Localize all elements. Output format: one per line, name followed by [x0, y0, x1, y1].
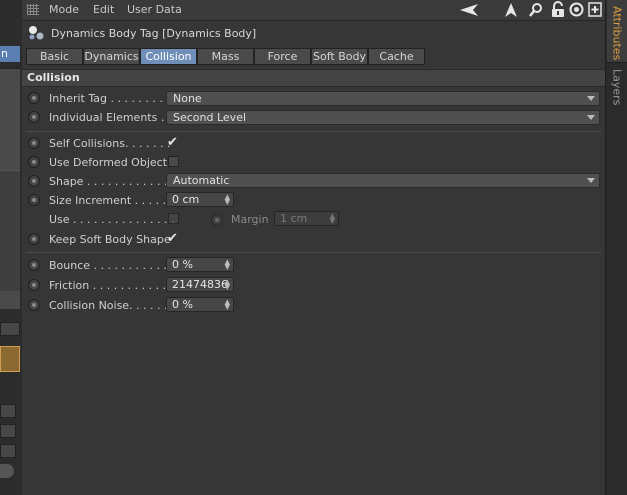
- spinner-arrows-icon[interactable]: ▲ ▼: [225, 279, 230, 291]
- left-pill[interactable]: [0, 464, 14, 478]
- tab-collision[interactable]: Collision: [140, 48, 197, 65]
- label-use: Use . . . . . . . . . . . . . . .: [49, 213, 175, 226]
- label-collision-noise: Collision Noise. . . . . .: [49, 299, 168, 312]
- dropdown-shape-value: Automatic: [173, 174, 230, 187]
- attributes-panel: Dynamics Body Tag [Dynamics Body] Basic …: [22, 21, 605, 495]
- left-stepper-3[interactable]: [0, 424, 16, 438]
- radio-friction[interactable]: [28, 279, 40, 291]
- section-title: Collision: [27, 71, 80, 84]
- radio-size-increment[interactable]: [28, 194, 40, 206]
- radio-individual-elements[interactable]: [28, 111, 40, 123]
- radio-shape[interactable]: [28, 175, 40, 187]
- tab-basic[interactable]: Basic: [26, 48, 83, 65]
- label-friction: Friction . . . . . . . . . . . .: [49, 279, 174, 292]
- input-bounce[interactable]: 0 % ▲ ▼: [166, 257, 234, 272]
- radio-use-deformed-object[interactable]: [28, 156, 40, 168]
- input-collision-noise-value: 0 %: [172, 298, 193, 311]
- section-header: [22, 69, 605, 87]
- chevron-down-icon: [587, 96, 595, 101]
- dropdown-individual-elements-value: Second Level: [173, 111, 247, 124]
- radio-bounce[interactable]: [28, 259, 40, 271]
- tab-mass[interactable]: Mass: [197, 48, 254, 65]
- lock-icon[interactable]: [551, 1, 565, 18]
- spinner-arrows-icon[interactable]: ▲ ▼: [225, 299, 230, 311]
- label-bounce: Bounce . . . . . . . . . . . .: [49, 259, 174, 272]
- spinner-arrows-icon[interactable]: ▲ ▼: [225, 259, 230, 271]
- left-film-icon[interactable]: [0, 346, 20, 372]
- label-self-collisions: Self Collisions. . . . . . .: [49, 137, 171, 150]
- input-friction[interactable]: 21474836 ▲ ▼: [166, 277, 234, 292]
- label-use-deformed-object: Use Deformed Object: [49, 156, 168, 169]
- input-collision-noise[interactable]: 0 % ▲ ▼: [166, 297, 234, 312]
- radio-margin[interactable]: [211, 214, 223, 226]
- vertical-tab-bar: Attributes Layers: [605, 0, 627, 495]
- tag-spheres-icon: [29, 26, 44, 40]
- tab-soft-body[interactable]: Soft Body: [311, 48, 368, 65]
- chevron-down-icon: [587, 115, 595, 120]
- input-size-increment[interactable]: 0 cm ▲ ▼: [166, 192, 234, 207]
- chevron-down-icon: [587, 178, 595, 183]
- grid-icon[interactable]: [27, 4, 39, 15]
- radio-inherit-tag[interactable]: [28, 92, 40, 104]
- header-title: Dynamics Body Tag [Dynamics Body]: [51, 27, 257, 40]
- tab-attributes[interactable]: Attributes: [608, 0, 626, 62]
- dropdown-inherit-tag[interactable]: None: [166, 91, 600, 106]
- menu-user-data[interactable]: User Data: [127, 3, 182, 16]
- checkbox-use-deformed-object[interactable]: [168, 156, 179, 167]
- tab-force[interactable]: Force: [254, 48, 311, 65]
- radio-keep-soft-body-shape[interactable]: [28, 233, 40, 245]
- input-bounce-value: 0 %: [172, 258, 193, 271]
- input-friction-value: 21474836: [172, 278, 228, 291]
- left-stepper[interactable]: [0, 322, 20, 336]
- left-panel-edge: n: [0, 0, 23, 495]
- label-margin: Margin: [231, 213, 269, 226]
- dropdown-individual-elements[interactable]: Second Level: [166, 110, 600, 125]
- input-margin-value: 1 cm: [280, 212, 308, 225]
- back-arrow-icon[interactable]: [459, 3, 479, 17]
- separator: [26, 252, 601, 253]
- tab-dynamics[interactable]: Dynamics: [83, 48, 140, 65]
- search-icon[interactable]: [529, 2, 543, 18]
- label-keep-soft-body-shape: Keep Soft Body Shape: [49, 233, 171, 246]
- menu-edit[interactable]: Edit: [93, 3, 114, 16]
- left-tab-letter: n: [1, 47, 8, 60]
- spinner-arrows-icon[interactable]: ▲ ▼: [225, 194, 230, 206]
- left-viewport-fragment-2: [0, 170, 20, 291]
- left-stepper-2[interactable]: [0, 404, 16, 418]
- checkbox-self-collisions[interactable]: ✔: [167, 136, 178, 149]
- input-size-increment-value: 0 cm: [172, 193, 200, 206]
- label-individual-elements: Individual Elements . .: [49, 111, 172, 124]
- dropdown-inherit-tag-value: None: [173, 92, 202, 105]
- left-stepper-4[interactable]: [0, 444, 16, 458]
- spinner-arrows-icon[interactable]: ▲ ▼: [330, 213, 335, 225]
- radio-self-collisions[interactable]: [28, 137, 40, 149]
- separator: [26, 131, 601, 132]
- cursor-up-icon[interactable]: [504, 2, 518, 18]
- label-shape: Shape . . . . . . . . . . . . .: [49, 175, 175, 188]
- dropdown-shape[interactable]: Automatic: [166, 173, 600, 188]
- checkbox-use[interactable]: [168, 213, 179, 224]
- menu-mode[interactable]: Mode: [49, 3, 79, 16]
- label-size-increment: Size Increment . . . . . .: [49, 194, 174, 207]
- menubar: Mode Edit User Data: [22, 0, 605, 21]
- tab-layers[interactable]: Layers: [608, 63, 626, 109]
- tab-cache[interactable]: Cache: [368, 48, 425, 65]
- target-icon[interactable]: [569, 2, 584, 17]
- new-panel-icon[interactable]: [588, 2, 602, 17]
- checkbox-keep-soft-body-shape[interactable]: ✔: [167, 232, 178, 245]
- input-margin[interactable]: 1 cm ▲ ▼: [274, 211, 339, 226]
- radio-collision-noise[interactable]: [28, 299, 40, 311]
- label-inherit-tag: Inherit Tag . . . . . . . . .: [49, 92, 170, 105]
